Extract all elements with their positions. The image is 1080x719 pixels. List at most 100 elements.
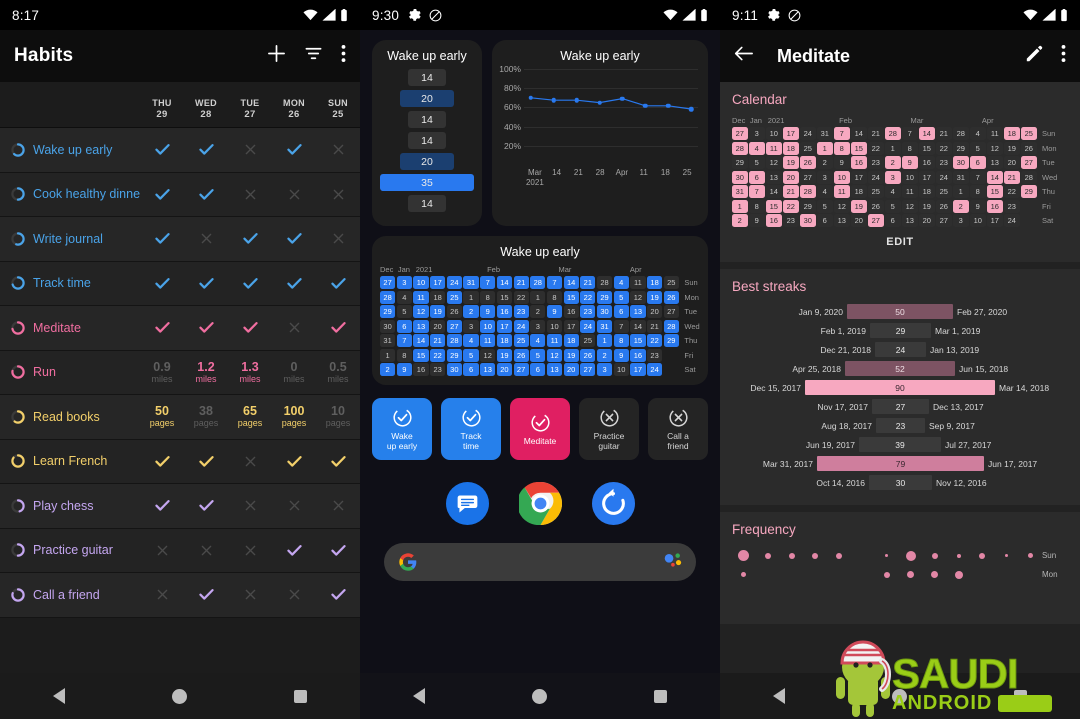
cross-icon[interactable]: [289, 589, 300, 600]
calendar-day-cell[interactable]: 31: [596, 319, 613, 333]
calendar-day-cell[interactable]: 16: [630, 348, 646, 362]
calendar-day-cell[interactable]: 26: [663, 290, 679, 304]
pencil-icon[interactable]: [1025, 45, 1043, 68]
calendar-day-cell[interactable]: 15: [851, 141, 867, 155]
calendar-day-cell[interactable]: 21: [647, 319, 663, 333]
habit-button-widget[interactable]: Practice guitar: [579, 398, 639, 460]
calendar-day-cell[interactable]: 15: [987, 185, 1003, 198]
calendar-day-cell[interactable]: 2: [817, 156, 833, 169]
habit-day-cell[interactable]: [316, 321, 360, 334]
calendar-day-cell[interactable]: 28: [380, 290, 396, 304]
table-row[interactable]: Practice guitar: [0, 528, 360, 573]
check-icon[interactable]: [198, 277, 214, 290]
table-row[interactable]: Read books 50 pages 38 pages 65 pages 100 pages 1…: [0, 395, 360, 440]
calendar-day-cell[interactable]: 4: [749, 141, 765, 155]
calendar-day-cell[interactable]: 13: [630, 305, 646, 318]
habit-day-cell[interactable]: [140, 499, 184, 512]
calendar-day-cell[interactable]: 13: [834, 214, 850, 227]
calendar-day-cell[interactable]: 17: [851, 170, 867, 184]
cross-icon[interactable]: [201, 233, 212, 244]
calendar-day-cell[interactable]: 22: [783, 199, 799, 213]
check-icon[interactable]: [286, 143, 302, 156]
calendar-day-cell[interactable]: 28: [663, 319, 679, 333]
habit-day-cell[interactable]: [272, 455, 316, 468]
calendar-day-cell[interactable]: 1: [596, 334, 613, 347]
habit-day-cell[interactable]: [228, 545, 272, 556]
habit-name-cell[interactable]: Learn French: [0, 454, 140, 468]
calendar-day-cell[interactable]: 6: [530, 363, 546, 376]
habit-day-cell[interactable]: [272, 500, 316, 511]
calendar-day-cell[interactable]: 6: [817, 214, 833, 227]
calendar-day-cell[interactable]: 28: [953, 127, 969, 140]
calendar-day-cell[interactable]: 22: [647, 334, 663, 347]
calendar-day-cell[interactable]: 20: [1004, 156, 1020, 169]
habit-name-cell[interactable]: Cook healthy dinner: [0, 187, 140, 201]
calendar-day-cell[interactable]: 25: [868, 185, 884, 198]
back-arrow-icon[interactable]: [734, 45, 753, 67]
calendar-day-cell[interactable]: 17: [430, 276, 446, 289]
calendar-day-cell[interactable]: 18: [647, 276, 663, 289]
calendar-day-cell[interactable]: 10: [480, 319, 496, 333]
calendar-day-cell[interactable]: 23: [647, 348, 663, 362]
calendar-day-cell[interactable]: 13: [987, 156, 1003, 169]
check-icon[interactable]: [198, 588, 214, 601]
calendar-day-cell[interactable]: 1: [463, 290, 479, 304]
calendar-day-cell[interactable]: 2: [596, 348, 613, 362]
calendar-day-cell[interactable]: 26: [868, 199, 884, 213]
calendar-day-cell[interactable]: 9: [396, 363, 412, 376]
cross-icon[interactable]: [245, 589, 256, 600]
calendar-day-cell[interactable]: 11: [766, 141, 782, 155]
habit-button-widget[interactable]: Meditate: [510, 398, 570, 460]
habit-button-widget[interactable]: Call a friend: [648, 398, 708, 460]
check-icon[interactable]: [198, 143, 214, 156]
calendar-day-cell[interactable]: 30: [732, 170, 748, 184]
calendar-day-cell[interactable]: 10: [613, 363, 629, 376]
calendar-day-cell[interactable]: 6: [396, 319, 412, 333]
calendar-day-cell[interactable]: 9: [613, 348, 629, 362]
calendar-day-cell[interactable]: 16: [563, 305, 579, 318]
habit-day-cell[interactable]: [140, 321, 184, 334]
calendar-day-cell[interactable]: 4: [463, 334, 479, 347]
calendar-day-cell[interactable]: 4: [970, 127, 986, 140]
cross-icon[interactable]: [245, 144, 256, 155]
calendar-day-cell[interactable]: 4: [530, 334, 546, 347]
table-row[interactable]: Learn French: [0, 439, 360, 484]
cross-icon[interactable]: [245, 545, 256, 556]
calendar-day-cell[interactable]: 9: [480, 305, 496, 318]
calendar-day-cell[interactable]: 11: [413, 290, 429, 304]
table-row[interactable]: Call a friend: [0, 573, 360, 618]
calendar-day-cell[interactable]: 22: [513, 290, 529, 304]
calendar-day-cell[interactable]: 4: [817, 185, 833, 198]
calendar-day-cell[interactable]: 31: [463, 276, 479, 289]
calendar-day-cell[interactable]: 13: [766, 170, 782, 184]
calendar-day-cell[interactable]: 3: [463, 319, 479, 333]
calendar-day-cell[interactable]: 20: [851, 214, 867, 227]
calendar-day-cell[interactable]: 18: [563, 334, 579, 347]
habit-day-cell[interactable]: [140, 188, 184, 201]
calendar-day-cell[interactable]: 26: [936, 199, 952, 213]
calendar-day-cell[interactable]: 10: [834, 170, 850, 184]
calendar-day-cell[interactable]: 10: [902, 170, 918, 184]
calendar-day-cell[interactable]: 20: [647, 305, 663, 318]
calendar-day-cell[interactable]: 10: [766, 127, 782, 140]
calendar-day-cell[interactable]: 16: [919, 156, 935, 169]
check-icon[interactable]: [286, 455, 302, 468]
calendar-day-cell[interactable]: 13: [902, 214, 918, 227]
table-row[interactable]: Track time: [0, 261, 360, 306]
calendar-day-cell[interactable]: 30: [446, 363, 462, 376]
calendar-day-cell[interactable]: 8: [834, 141, 850, 155]
habit-name-cell[interactable]: Write journal: [0, 232, 140, 246]
table-row[interactable]: Meditate: [0, 306, 360, 351]
calendar-day-cell[interactable]: 16: [413, 363, 429, 376]
calendar-day-cell[interactable]: 27: [446, 319, 462, 333]
calendar-day-cell[interactable]: 24: [868, 170, 884, 184]
habit-day-cell[interactable]: [316, 233, 360, 244]
calendar-day-cell[interactable]: 6: [970, 156, 986, 169]
calendar-day-cell[interactable]: 24: [1004, 214, 1020, 227]
calendar-day-cell[interactable]: 22: [430, 348, 446, 362]
table-row[interactable]: Run 0.9 miles 1.2 miles 1.3 miles 0 miles 0.5 mile…: [0, 350, 360, 395]
calendar-day-cell[interactable]: 15: [766, 199, 782, 213]
calendar-day-cell[interactable]: 2: [380, 363, 396, 376]
calendar-day-cell[interactable]: 3: [749, 127, 765, 140]
widget-bar-chart[interactable]: Wake up early 14 20 14 14 20 35 14: [372, 40, 482, 226]
